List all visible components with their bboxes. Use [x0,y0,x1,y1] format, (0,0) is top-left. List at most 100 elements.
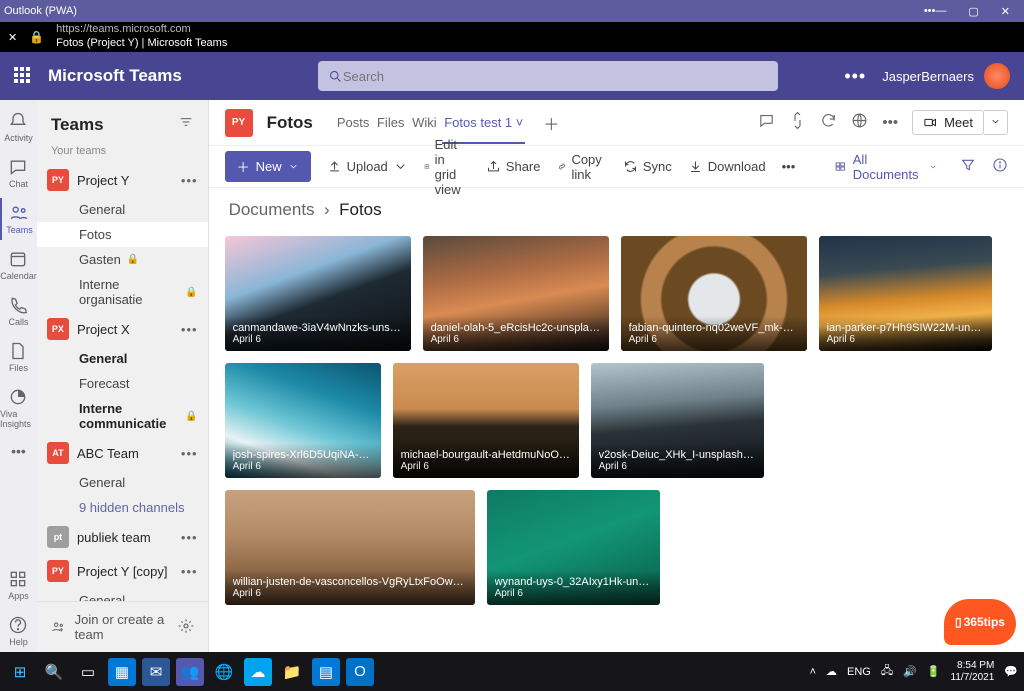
rail-calls[interactable]: Calls [0,290,37,332]
search-box[interactable] [318,61,778,91]
minimize-button[interactable]: — [935,5,946,18]
maximize-button[interactable]: ▢ [968,5,978,18]
team-row[interactable]: AT ABC Team ••• [37,436,208,470]
team-more-icon[interactable]: ••• [181,173,198,188]
team-row[interactable]: pt publiek team ••• [37,520,208,554]
channel-item[interactable]: Forecast [37,371,208,396]
new-button[interactable]: ＋ New [225,151,311,182]
meet-button[interactable]: Meet [912,110,984,135]
join-team-link[interactable]: Join or create a team [75,612,168,642]
tray-clock[interactable]: 8:54 PM11/7/2021 [951,660,995,683]
channel-conversation-icon[interactable] [758,112,775,133]
taskbar-app-1[interactable]: ▦ [108,658,136,686]
close-tab-icon[interactable]: ✕ [8,31,17,44]
team-more-icon[interactable]: ••• [181,530,198,545]
channel-item[interactable]: Interne organisatie🔒 [37,272,208,312]
expand-tab-icon[interactable] [789,112,806,133]
taskbar-edge-icon[interactable]: 🌐 [210,658,238,686]
channel-item[interactable]: Interne communicatie🔒 [37,396,208,436]
tray-chevron-icon[interactable]: ˄ [810,666,816,678]
tab-files[interactable]: Files [375,103,406,142]
channel-item[interactable]: General [37,197,208,222]
refresh-icon[interactable] [820,112,837,133]
tray-volume-icon[interactable]: 🔊 [903,665,917,678]
taskbar-app-3[interactable]: 👥 [176,658,204,686]
tray-notification-icon[interactable]: 💬 [1004,665,1018,678]
file-tile[interactable]: josh-spires-Xrl6D5UqiNA-unsplash.jpgApri… [225,363,381,478]
lock-icon: 🔒 [185,411,197,422]
rail-calendar[interactable]: Calendar [0,244,37,286]
start-button[interactable]: ⊞ [6,658,34,686]
cmd-more-icon[interactable]: ••• [782,159,796,174]
rail-activity[interactable]: Activity [0,106,37,148]
rail-insights[interactable]: Viva Insights [0,382,37,434]
rail-files[interactable]: Files [0,336,37,378]
tray-lang[interactable]: ENG [847,666,871,678]
file-tile[interactable]: willian-justen-de-vasconcellos-VgRyLtxFo… [225,490,475,605]
tray-network-icon[interactable]: 🖧 [881,662,893,681]
info-pane-icon[interactable] [992,157,1008,177]
search-input[interactable] [343,69,768,84]
file-tile[interactable]: v2osk-Deiuc_XHk_I-unsplash-scaled.jpgApr… [591,363,764,478]
team-more-icon[interactable]: ••• [181,446,198,461]
tray-battery-icon[interactable]: 🔋 [927,665,941,678]
taskbar-app-2[interactable]: ✉ [142,658,170,686]
pwa-more-icon[interactable]: ••• [924,5,936,17]
lock-icon: 🔒 [185,287,197,298]
channel-item[interactable]: General [37,346,208,371]
channel-item[interactable]: General [37,470,208,495]
channel-label: Forecast [79,376,130,391]
channel-item[interactable]: Gasten🔒 [37,247,208,272]
meet-dropdown[interactable] [984,110,1008,135]
taskbar-search-icon[interactable]: 🔍 [40,658,68,686]
tab-posts[interactable]: Posts [335,103,372,142]
share-button[interactable]: Share [486,159,541,174]
account-name: JasperBernaers [882,69,974,84]
rail-teams[interactable]: Teams [0,198,37,240]
team-row[interactable]: PY Project Y [copy] ••• [37,554,208,588]
filter-icon[interactable] [178,114,194,135]
rail-chat[interactable]: Chat [0,152,37,194]
team-row[interactable]: PX Project X ••• [37,312,208,346]
task-view-icon[interactable]: ▭ [74,658,102,686]
app-launcher-icon[interactable] [14,67,32,85]
rail-more-icon[interactable]: ••• [0,438,37,464]
team-more-icon[interactable]: ••• [181,564,198,579]
download-button[interactable]: Download [688,159,766,174]
filter-pane-icon[interactable] [960,157,976,177]
team-more-icon[interactable]: ••• [181,322,198,337]
settings-gear-icon[interactable] [178,618,194,637]
system-tray[interactable]: ˄ ☁ ENG 🖧 🔊 🔋 8:54 PM11/7/2021 💬 [810,660,1018,683]
add-tab-button[interactable]: ＋ [543,111,559,135]
channel-item[interactable]: 9 hidden channels [37,495,208,520]
tray-onedrive-icon[interactable]: ☁ [826,665,837,678]
pwa-title-bar: Outlook (PWA) ••• — ▢ ✕ [0,0,1024,22]
rail-help[interactable]: Help [0,610,37,652]
website-icon[interactable] [851,112,868,133]
file-tile[interactable]: fabian-quintero-nq02weVF_mk-unsplash-sca… [621,236,807,351]
file-tile[interactable]: canmandawe-3iaV4wNnzks-unsplash-scaled.j… [225,236,411,351]
crumb-root[interactable]: Documents [229,200,315,219]
copy-link-button[interactable]: Copy link [557,152,607,182]
header-more-icon[interactable]: ••• [844,66,866,87]
taskbar-app-4[interactable]: ☁ [244,658,272,686]
taskbar-outlook-icon[interactable]: O [346,658,374,686]
channel-item[interactable]: Fotos [37,222,208,247]
taskbar-explorer-icon[interactable]: 📁 [278,658,306,686]
file-tile[interactable]: wynand-uys-0_32AIxy1Hk-unsplash.jpgApril… [487,490,660,605]
file-tile[interactable]: michael-bourgault-aHetdmuNoO4-unsplash.j… [393,363,579,478]
view-selector[interactable]: All Documents [827,147,944,187]
sync-button[interactable]: Sync [623,159,672,174]
team-name: Project X [77,322,130,337]
upload-button[interactable]: Upload [327,159,408,174]
avatar[interactable] [984,63,1010,89]
file-tile[interactable]: ian-parker-p7Hh9SIW22M-unsplash-scaled.j… [819,236,992,351]
team-row[interactable]: PY Project Y ••• [37,163,208,197]
tab-more-icon[interactable]: ••• [882,114,898,131]
channel-item[interactable]: General [37,588,208,601]
team-avatar: pt [47,526,69,548]
rail-apps[interactable]: Apps [0,564,37,606]
file-tile[interactable]: daniel-olah-5_eRcisHc2c-unsplash-scaled.… [423,236,609,351]
taskbar-app-5[interactable]: ▤ [312,658,340,686]
close-window-button[interactable]: ✕ [1001,5,1010,18]
